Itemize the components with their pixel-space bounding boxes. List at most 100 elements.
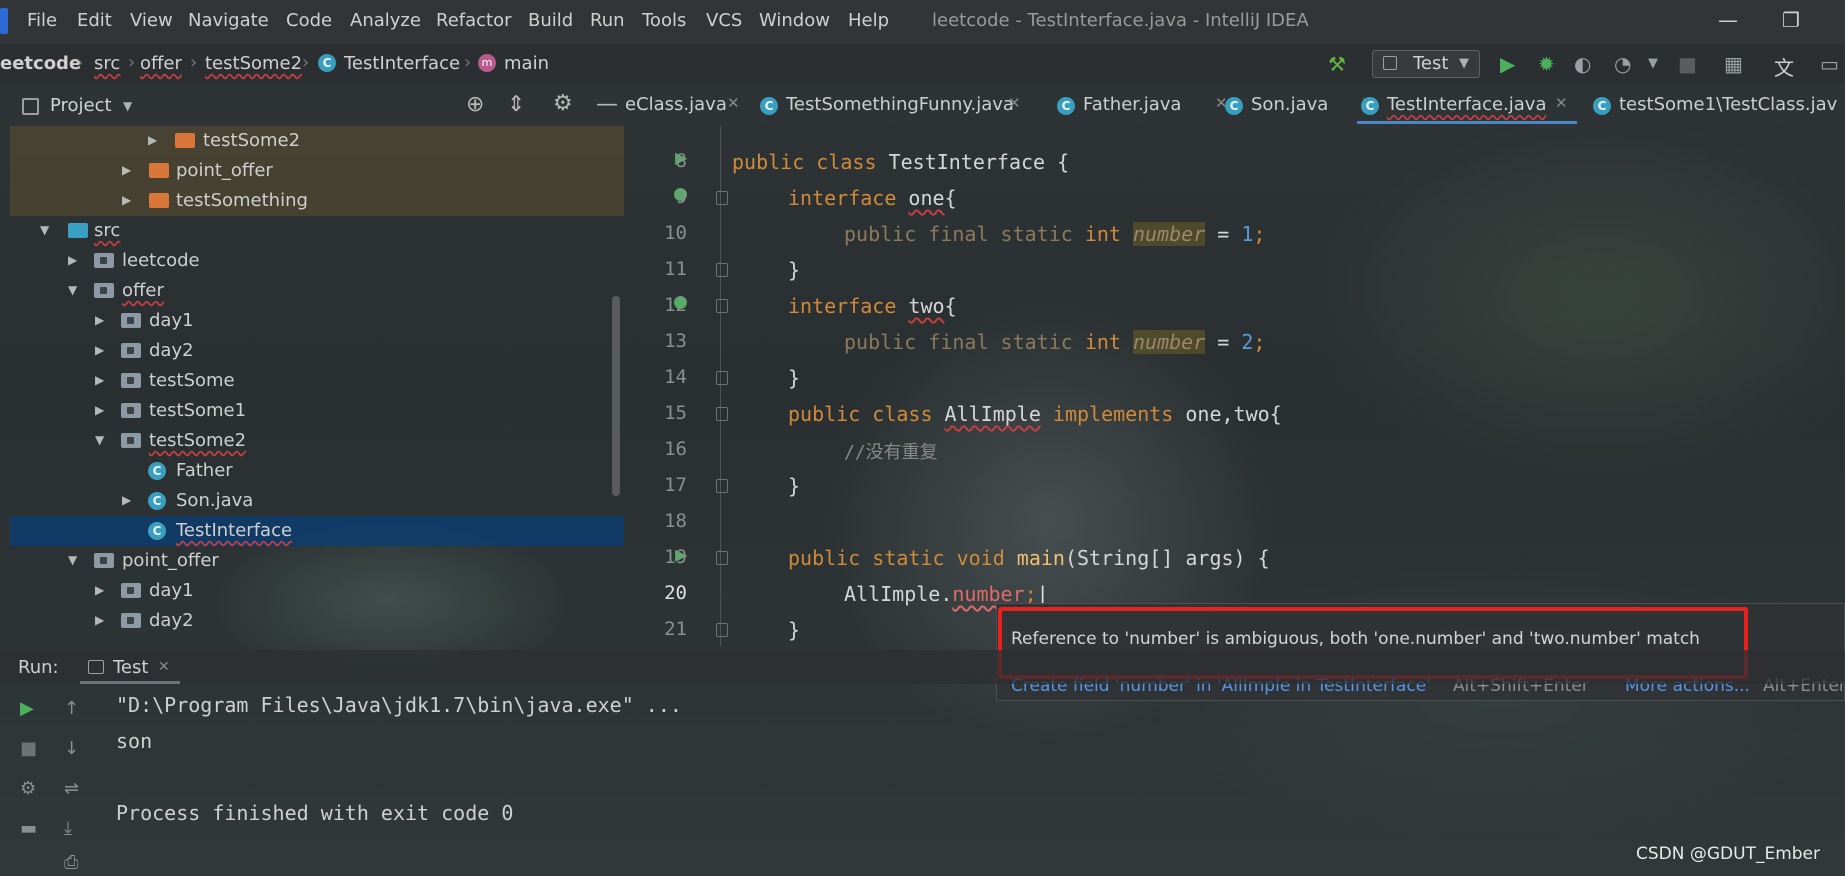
expand-arrow-icon[interactable]: ▶	[95, 403, 104, 417]
coverage-icon[interactable]: ◐	[1574, 52, 1591, 76]
profile-icon[interactable]: ◔	[1614, 52, 1631, 76]
layout-icon[interactable]: ▬	[20, 818, 37, 839]
expand-arrow-icon[interactable]: ▶	[122, 163, 131, 177]
project-structure-icon[interactable]: ▦	[1724, 52, 1743, 76]
tree-item[interactable]: ▼ offer	[10, 276, 624, 306]
expand-arrow-icon[interactable]: ▶	[148, 133, 157, 147]
breadcrumb-testinterface[interactable]: TestInterface	[344, 53, 460, 74]
breadcrumb-src[interactable]: src	[94, 53, 120, 74]
tree-item[interactable]: ▶ day1	[10, 576, 624, 606]
tab-testinterface[interactable]: C TestInterface.java ✕	[1357, 88, 1577, 124]
chevron-down-icon[interactable]: ▼	[123, 99, 132, 113]
collapse-all-icon[interactable]: ⇕	[507, 92, 525, 117]
chevron-down-icon[interactable]: ▼	[1648, 56, 1658, 71]
locate-icon[interactable]: ⊕	[466, 92, 484, 117]
menu-code[interactable]: Code	[286, 10, 332, 31]
tree-item[interactable]: C Father	[10, 456, 624, 486]
settings-icon[interactable]: ⚙	[20, 778, 36, 799]
expand-arrow-icon[interactable]: ▶	[122, 493, 131, 507]
breadcrumb-project[interactable]: eetcode	[0, 53, 81, 74]
tree-item[interactable]: ▼ testSome2	[10, 426, 624, 456]
menu-build[interactable]: Build	[528, 10, 573, 31]
debug-icon[interactable]: ✹	[1538, 52, 1555, 76]
tree-item[interactable]: ▼ point_offer	[10, 546, 624, 576]
tree-item[interactable]: ▼ src	[10, 216, 624, 246]
expand-arrow-icon[interactable]: ▶	[95, 613, 104, 627]
arrow-up-icon[interactable]: ↑	[64, 698, 79, 719]
expand-arrow-icon[interactable]: ▶	[95, 313, 104, 327]
collapse-arrow-icon[interactable]: ▼	[68, 553, 77, 567]
code-line: 16 //没有重复	[625, 432, 1845, 468]
project-panel-title[interactable]: Project	[50, 95, 112, 116]
breadcrumb-separator: ›	[302, 52, 310, 73]
tree-item[interactable]: ▶ day2	[10, 336, 624, 366]
tree-item[interactable]: ▶ testSome2	[10, 126, 624, 156]
hide-panel-icon[interactable]: —	[596, 92, 618, 117]
collapse-arrow-icon[interactable]: ▼	[95, 433, 104, 447]
window-title: leetcode - TestInterface.java - IntelliJ…	[932, 10, 1309, 31]
menu-edit[interactable]: Edit	[77, 10, 112, 31]
tab-testsomethingfunny[interactable]: C TestSomethingFunny.java ✕	[760, 88, 1021, 124]
tree-item-selected[interactable]: C TestInterface	[10, 516, 624, 546]
run-config-select[interactable]: Test ▼	[1372, 50, 1480, 78]
menu-help[interactable]: Help	[848, 10, 889, 31]
close-icon[interactable]: ✕	[1008, 94, 1021, 112]
tree-item[interactable]: ▶ testSomething	[10, 186, 624, 216]
stop-icon[interactable]: ■	[20, 738, 37, 759]
menu-vcs[interactable]: VCS	[706, 10, 742, 31]
menu-window[interactable]: Window	[759, 10, 830, 31]
tab-son[interactable]: C Son.java ✕	[1225, 88, 1375, 124]
breadcrumb-offer[interactable]: offer	[140, 53, 182, 74]
tree-item[interactable]: ▶ day1	[10, 306, 624, 336]
tree-item[interactable]: ▶ leetcode	[10, 246, 624, 276]
menu-navigate[interactable]: Navigate	[188, 10, 269, 31]
method-icon: m	[478, 54, 496, 72]
translate-icon[interactable]: 文	[1774, 52, 1794, 81]
collapse-arrow-icon[interactable]: ▼	[40, 223, 49, 237]
hammer-icon[interactable]: ⚒	[1328, 52, 1346, 76]
close-icon[interactable]: ✕	[158, 659, 170, 675]
scroll-to-end-icon[interactable]: ⤓	[64, 818, 72, 839]
tree-item[interactable]: ▶ point_offer	[10, 156, 624, 186]
menu-refactor[interactable]: Refactor	[436, 10, 512, 31]
close-icon[interactable]: ✕	[727, 94, 740, 112]
menu-view[interactable]: View	[130, 10, 173, 31]
menu-file[interactable]: File	[27, 10, 57, 31]
soft-wrap-icon[interactable]: ⇌	[64, 778, 79, 799]
code-editor[interactable]: 8 public class TestInterface { 9 interfa…	[625, 126, 1845, 646]
expand-arrow-icon[interactable]: ▶	[95, 343, 104, 357]
expand-arrow-icon[interactable]: ▶	[95, 373, 104, 387]
breadcrumb-main[interactable]: main	[504, 53, 549, 74]
folder-icon	[149, 163, 169, 178]
expand-arrow-icon[interactable]: ▶	[68, 253, 77, 267]
run-tab-label: Test	[113, 657, 149, 678]
menu-run[interactable]: Run	[590, 10, 625, 31]
gear-icon[interactable]: ⚙	[553, 91, 573, 116]
print-icon[interactable]: ⎙	[64, 852, 78, 873]
expand-arrow-icon[interactable]: ▶	[95, 583, 104, 597]
collapse-arrow-icon[interactable]: ▼	[68, 283, 77, 297]
restore-icon[interactable]: ❐	[1782, 8, 1800, 32]
menu-tools[interactable]: Tools	[642, 10, 686, 31]
project-scrollbar[interactable]	[612, 296, 620, 496]
tree-item[interactable]: ▶ C Son.java	[10, 486, 624, 516]
menu-analyze[interactable]: Analyze	[350, 10, 421, 31]
minimize-icon[interactable]: —	[1718, 8, 1738, 32]
search-icon[interactable]: ▭	[1820, 52, 1839, 76]
close-icon[interactable]: ✕	[1555, 94, 1568, 112]
project-view-icon	[22, 98, 39, 115]
breadcrumb-testsome2[interactable]: testSome2	[205, 53, 302, 74]
package-icon	[94, 283, 114, 298]
stop-icon[interactable]: ■	[1678, 52, 1697, 76]
tree-item[interactable]: ▶ testSome	[10, 366, 624, 396]
tab-testsome1-testclass[interactable]: C testSome1\TestClass.jav	[1593, 88, 1845, 124]
rerun-icon[interactable]: ▶	[20, 698, 34, 719]
tree-item[interactable]: ▶ day2	[10, 606, 624, 636]
package-icon	[121, 433, 141, 448]
tab-father[interactable]: C Father.java ✕	[1057, 88, 1228, 124]
run-icon[interactable]: ▶	[1500, 52, 1515, 76]
arrow-down-icon[interactable]: ↓	[64, 738, 79, 759]
tree-item[interactable]: ▶ testSome1	[10, 396, 624, 426]
tab-eclass[interactable]: eClass.java ✕	[625, 88, 750, 124]
expand-arrow-icon[interactable]: ▶	[122, 193, 131, 207]
